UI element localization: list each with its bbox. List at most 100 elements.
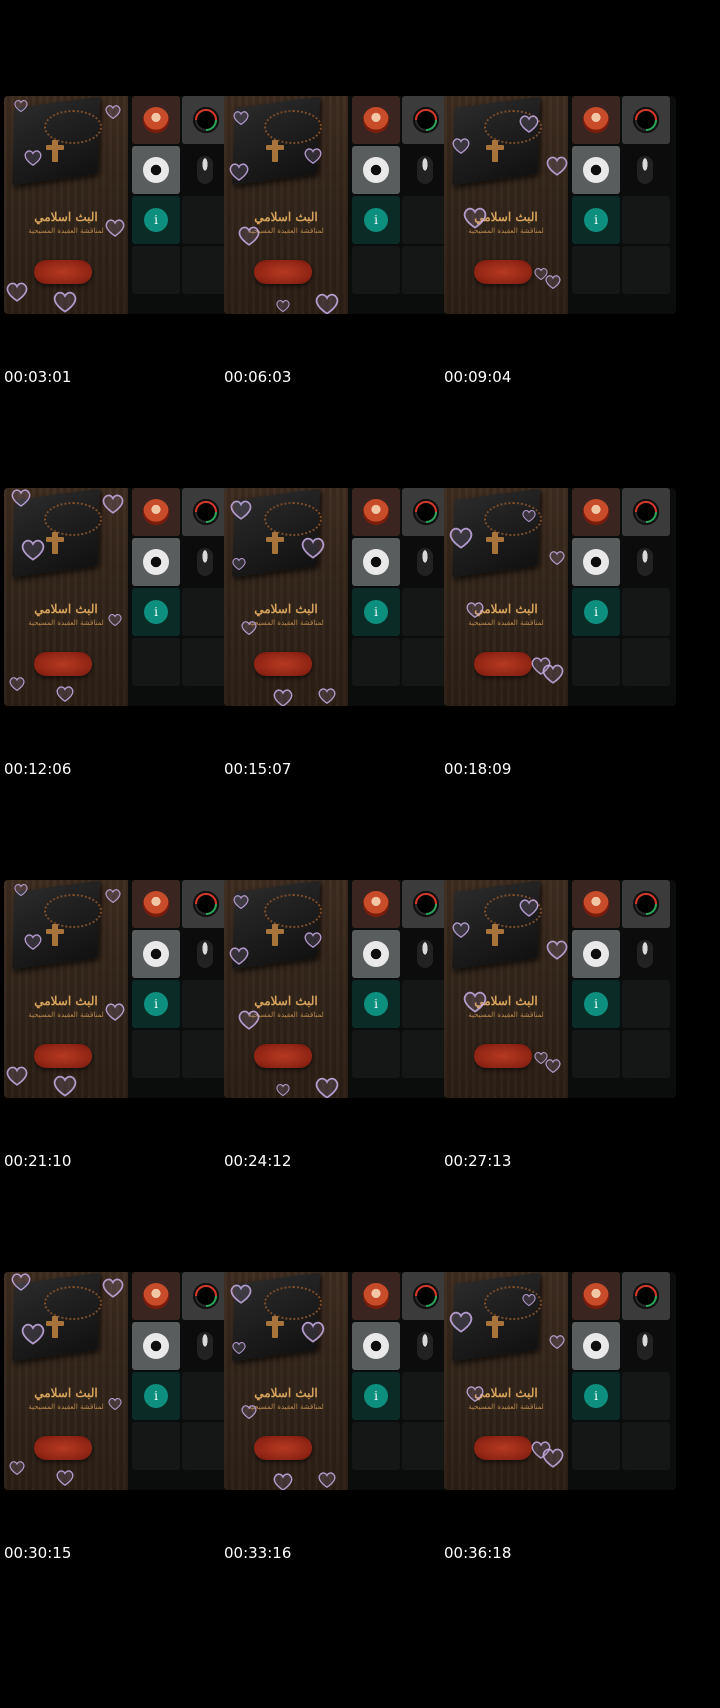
empty-tile — [572, 1030, 620, 1078]
frame-thumbnail[interactable]: البث اسلامي لمناقشة العقيدة المسيحية i — [224, 880, 456, 1098]
heart-bubble-icon — [13, 883, 28, 897]
participant-tile[interactable] — [622, 146, 670, 194]
participant-tile[interactable] — [132, 146, 180, 194]
info-tile[interactable]: i — [132, 588, 180, 636]
participant-tile[interactable] — [572, 146, 620, 194]
participant-tile[interactable] — [132, 538, 180, 586]
info-icon[interactable]: i — [364, 1384, 388, 1408]
participant-tile[interactable] — [572, 1322, 620, 1370]
participant-tile[interactable] — [622, 880, 670, 928]
info-icon[interactable]: i — [144, 1384, 168, 1408]
calligraphy-seal — [474, 260, 532, 284]
participant-tile[interactable] — [352, 1322, 400, 1370]
participant-tile[interactable] — [132, 1322, 180, 1370]
participant-tile[interactable] — [572, 880, 620, 928]
heart-bubble-icon — [451, 137, 471, 155]
participant-tile[interactable] — [622, 96, 670, 144]
participant-tile[interactable] — [352, 880, 400, 928]
participant-tile[interactable] — [622, 1322, 670, 1370]
user-avatar-icon — [197, 940, 213, 968]
heart-bubble-icon — [272, 688, 294, 706]
frame-timestamp: 00:18:09 — [444, 760, 512, 778]
heart-bubble-icon — [448, 1310, 474, 1334]
calligraphy-seal — [34, 1436, 92, 1460]
frame-thumbnail[interactable]: البث اسلامي لمناقشة العقيدة المسيحية i — [4, 96, 236, 314]
rosary-image — [264, 1286, 322, 1320]
participant-tile[interactable] — [572, 538, 620, 586]
frame-thumbnail[interactable]: البث اسلامي لمناقشة العقيدة المسيحية i — [224, 488, 456, 706]
participant-tile[interactable] — [132, 930, 180, 978]
frame-thumbnail[interactable]: البث اسلامي لمناقشة العقيدة المسيحية i — [4, 488, 236, 706]
info-tile[interactable]: i — [572, 980, 620, 1028]
participant-tile[interactable] — [622, 1272, 670, 1320]
heart-bubble-icon — [275, 1083, 290, 1097]
heart-bubble-icon — [55, 1469, 75, 1487]
user-avatar-icon — [417, 548, 433, 576]
rosary-image — [264, 502, 322, 536]
participant-tile[interactable] — [572, 930, 620, 978]
heart-bubble-icon — [448, 526, 474, 550]
info-icon[interactable]: i — [584, 600, 608, 624]
participant-tile[interactable] — [132, 488, 180, 536]
info-tile[interactable]: i — [352, 588, 400, 636]
participant-tile[interactable] — [352, 96, 400, 144]
info-tile[interactable]: i — [132, 1372, 180, 1420]
participant-tile[interactable] — [622, 538, 670, 586]
user-avatar-icon — [583, 941, 609, 967]
info-tile[interactable]: i — [352, 980, 400, 1028]
info-icon[interactable]: i — [364, 600, 388, 624]
frame-thumbnail[interactable]: البث اسلامي لمناقشة العقيدة المسيحية i — [224, 96, 456, 314]
participant-tile[interactable] — [352, 146, 400, 194]
heart-bubble-icon — [465, 1385, 485, 1403]
frame-thumbnail[interactable]: البث اسلامي لمناقشة العقيدة المسيحية i — [444, 1272, 676, 1490]
info-icon[interactable]: i — [584, 992, 608, 1016]
participant-tile[interactable] — [352, 1272, 400, 1320]
participant-tile[interactable] — [622, 930, 670, 978]
info-icon[interactable]: i — [144, 600, 168, 624]
info-tile[interactable]: i — [352, 1372, 400, 1420]
heart-bubble-icon — [317, 687, 337, 705]
info-tile[interactable]: i — [572, 588, 620, 636]
participant-tile[interactable] — [132, 96, 180, 144]
frame-thumbnail[interactable]: البث اسلامي لمناقشة العقيدة المسيحية i — [224, 1272, 456, 1490]
user-avatar-icon — [363, 157, 389, 183]
info-icon[interactable]: i — [144, 992, 168, 1016]
info-tile[interactable]: i — [352, 196, 400, 244]
loading-ring-icon — [633, 891, 659, 917]
frame-thumbnail[interactable]: البث اسلامي لمناقشة العقيدة المسيحية i — [444, 488, 676, 706]
video-frame: البث اسلامي لمناقشة العقيدة المسيحية i 0… — [220, 488, 456, 798]
info-icon[interactable]: i — [364, 992, 388, 1016]
frame-thumbnail[interactable]: البث اسلامي لمناقشة العقيدة المسيحية i — [444, 96, 676, 314]
info-tile[interactable]: i — [132, 980, 180, 1028]
participant-tile[interactable] — [572, 488, 620, 536]
frame-thumbnail[interactable]: البث اسلامي لمناقشة العقيدة المسيحية i — [4, 880, 236, 1098]
frame-thumbnail[interactable]: البث اسلامي لمناقشة العقيدة المسيحية i — [444, 880, 676, 1098]
heart-bubble-icon — [23, 149, 43, 167]
info-tile[interactable]: i — [572, 1372, 620, 1420]
heart-bubble-icon — [104, 1002, 126, 1022]
info-icon[interactable]: i — [584, 1384, 608, 1408]
broadcast-poster: البث اسلامي لمناقشة العقيدة المسيحية — [444, 1272, 568, 1490]
info-icon[interactable]: i — [584, 208, 608, 232]
participant-tile[interactable] — [132, 1272, 180, 1320]
frame-thumbnail[interactable]: البث اسلامي لمناقشة العقيدة المسيحية i — [4, 1272, 236, 1490]
participant-tile[interactable] — [622, 488, 670, 536]
info-tile[interactable]: i — [132, 196, 180, 244]
calligraphy-seal — [474, 652, 532, 676]
info-tile[interactable]: i — [572, 196, 620, 244]
info-icon[interactable]: i — [144, 208, 168, 232]
participant-tile[interactable] — [132, 880, 180, 928]
participant-tile[interactable] — [572, 96, 620, 144]
participant-tile[interactable] — [572, 1272, 620, 1320]
poster-title: البث اسلامي — [474, 602, 538, 616]
video-frame: البث اسلامي لمناقشة العقيدة المسيحية i 0… — [0, 1272, 236, 1582]
info-icon[interactable]: i — [364, 208, 388, 232]
user-avatar-icon — [363, 107, 389, 133]
participant-tile[interactable] — [352, 930, 400, 978]
empty-tile — [132, 1030, 180, 1078]
participant-tile[interactable] — [352, 488, 400, 536]
participant-tile[interactable] — [352, 538, 400, 586]
calligraphy-seal — [254, 652, 312, 676]
frame-timestamp: 00:24:12 — [224, 1152, 292, 1170]
user-avatar-icon — [143, 891, 169, 917]
